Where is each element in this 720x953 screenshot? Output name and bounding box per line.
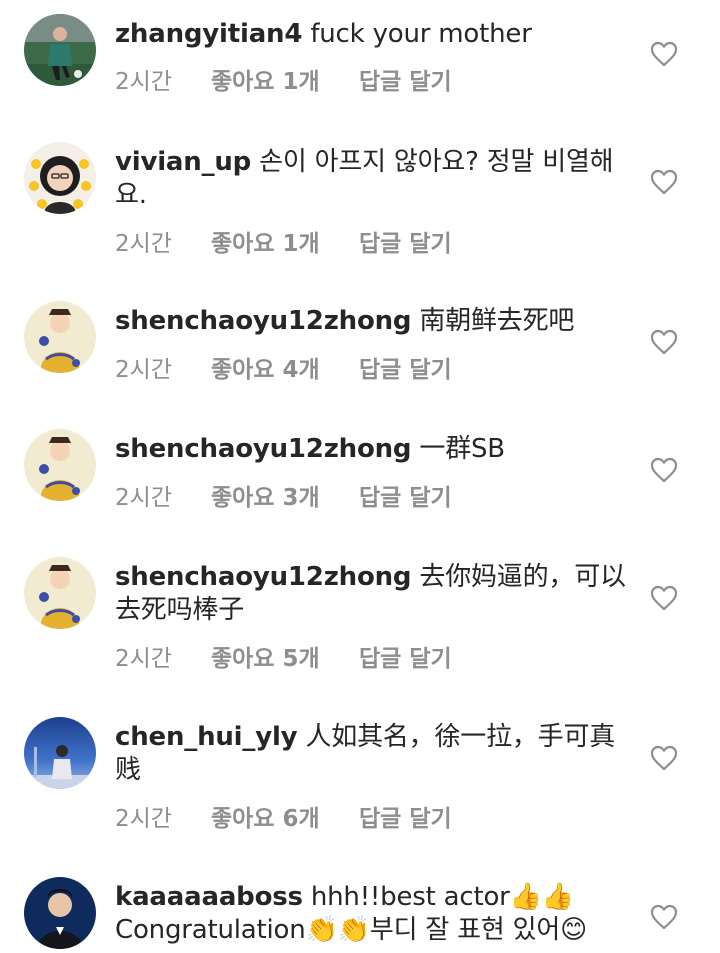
comment-likes[interactable]: 좋아요 3개 — [211, 478, 359, 512]
comment-likes[interactable]: 좋아요 4개 — [211, 350, 359, 384]
reply-button[interactable]: 답글 달기 — [359, 62, 452, 96]
comment-text: shenchaoyu12zhong 南朝鲜去死吧 — [115, 305, 630, 338]
comment-username[interactable]: kaaaaaaboss — [115, 882, 303, 912]
comment-time: 2시간 — [115, 646, 172, 672]
reply-button[interactable]: 답글 달기 — [359, 350, 452, 384]
avatar[interactable] — [24, 717, 96, 789]
comment-username[interactable]: chen_hui_yly — [115, 722, 298, 752]
heart-icon — [650, 457, 678, 483]
heart-icon — [650, 904, 678, 930]
comment-meta: 2시간 좋아요 6개 답글 달기 — [115, 799, 452, 833]
comment-username[interactable]: shenchaoyu12zhong — [115, 434, 412, 464]
comment-text: shenchaoyu12zhong 去你妈逼的，可以去死吗棒子 — [115, 561, 630, 627]
like-heart-button[interactable] — [650, 41, 678, 67]
comment-time: 2시간 — [115, 357, 172, 383]
comment-meta: 2시간 좋아요 5개 답글 달기 — [115, 639, 452, 673]
heart-icon — [650, 169, 678, 195]
comment-likes[interactable]: 좋아요 6개 — [211, 799, 359, 833]
comment-username[interactable]: vivian_up — [115, 147, 251, 177]
comment-text: chen_hui_yly 人如其名，徐一拉，手可真贱 — [115, 721, 630, 787]
man-in-suit-avatar-icon — [24, 877, 96, 949]
comment-text: vivian_up 손이 아프지 않아요? 정말 비열해요. — [115, 146, 630, 212]
comment-meta: 2시간 좋아요 1개 답글 달기 — [115, 224, 452, 258]
comment-likes[interactable]: 좋아요 5개 — [211, 639, 359, 673]
comment-meta: 2시간 좋아요 4개 답글 달기 — [115, 350, 452, 384]
comment-text: zhangyitian4 fuck your mother — [115, 18, 630, 51]
comment-username[interactable]: shenchaoyu12zhong — [115, 306, 412, 336]
reply-button[interactable]: 답글 달기 — [359, 799, 452, 833]
comment-body: fuck your mother — [302, 19, 532, 49]
comment-time: 2시간 — [115, 485, 172, 511]
emperor-cartoon-avatar-icon — [24, 301, 96, 373]
reply-button[interactable]: 답글 달기 — [359, 478, 452, 512]
reply-button[interactable]: 답글 달기 — [359, 224, 452, 258]
avatar[interactable] — [24, 429, 96, 501]
comment-username[interactable]: zhangyitian4 — [115, 19, 302, 49]
avatar[interactable] — [24, 877, 96, 949]
heart-icon — [650, 41, 678, 67]
like-heart-button[interactable] — [650, 457, 678, 483]
like-heart-button[interactable] — [650, 329, 678, 355]
comment-meta: 2시간 좋아요 3개 답글 달기 — [115, 478, 452, 512]
heart-icon — [650, 585, 678, 611]
like-heart-button[interactable] — [650, 745, 678, 771]
heart-icon — [650, 745, 678, 771]
comment-time: 2시간 — [115, 69, 172, 95]
emperor-cartoon-avatar-icon — [24, 429, 96, 501]
comment-body: 一群SB — [411, 434, 505, 464]
soccer-player-avatar-icon — [24, 14, 96, 86]
like-heart-button[interactable] — [650, 585, 678, 611]
avatar[interactable] — [24, 557, 96, 629]
emperor-cartoon-avatar-icon — [24, 557, 96, 629]
comment-text: kaaaaaaboss hhh!!best actor👍👍Congratulat… — [115, 881, 630, 947]
comment-time: 2시간 — [115, 806, 172, 832]
comment-meta: 2시간 좋아요 1개 답글 달기 — [115, 62, 452, 96]
comment-body: 南朝鲜去死吧 — [411, 306, 575, 336]
comment-time: 2시간 — [115, 231, 172, 257]
girl-with-emoji-avatar-icon — [24, 142, 96, 214]
reply-button[interactable]: 답글 달기 — [359, 639, 452, 673]
person-night-sky-avatar-icon — [24, 717, 96, 789]
comment-username[interactable]: shenchaoyu12zhong — [115, 562, 412, 592]
avatar[interactable] — [24, 301, 96, 373]
avatar[interactable] — [24, 14, 96, 86]
comment-likes[interactable]: 좋아요 1개 — [211, 224, 359, 258]
heart-icon — [650, 329, 678, 355]
like-heart-button[interactable] — [650, 169, 678, 195]
comment-text: shenchaoyu12zhong 一群SB — [115, 433, 630, 466]
like-heart-button[interactable] — [650, 904, 678, 930]
avatar[interactable] — [24, 142, 96, 214]
comment-likes[interactable]: 좋아요 1개 — [211, 62, 359, 96]
